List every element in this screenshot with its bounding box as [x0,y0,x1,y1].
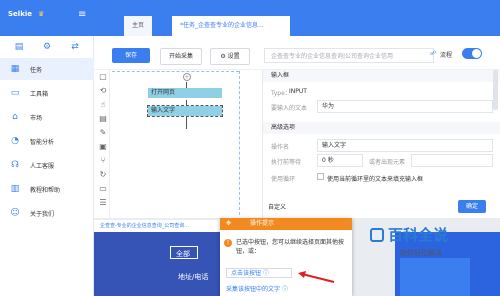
extract-text-option[interactable]: 采集该按钮中的文字 ⓘ [226,284,288,293]
red-arrow-icon [298,271,335,283]
help-icon[interactable]: ⓘ [282,286,288,293]
preview-url: 企查查-专业的企业信息查询_公司查询... [94,220,220,232]
text-input[interactable]: 华为 [317,100,493,113]
section-header: 高级选项 [263,122,500,134]
popup-header: ✥ [220,218,352,230]
preview-banner [94,232,220,296]
text-label: 要输入的文本 [271,105,308,112]
sidebar-item-support[interactable]: ☊ 人工客服 [0,154,94,176]
custom-button[interactable]: 自定义 [268,202,286,211]
preview-address-label: 地址/电话 [178,273,209,281]
type-value: INPUT [289,88,307,95]
properties-panel: 输入框 Type： INPUT 要输入的文本 华为 高级选项 操作名 输入文字 … [262,70,500,218]
move-icon[interactable]: ✥ [226,218,231,230]
flow-step[interactable]: 打开网页 [148,88,222,98]
sidebar-item-about[interactable]: ☺ 关于我们 [0,202,94,224]
popup-message: 已选中按钮，您可以继续选择页面其他按钮，或： [236,239,345,255]
op-name-input[interactable]: 输入文字 [317,139,493,152]
sidebar-item-label: 任务 [30,67,43,74]
wait-select[interactable]: 0 秒 [317,154,363,167]
image-icon[interactable]: ▣ [98,142,108,152]
task-icon: ▦ [10,64,20,74]
wait-element-input[interactable] [411,154,493,167]
app-name: Selkie [8,10,32,18]
sidebar-toolbar: ▤ ⚙ ⇄ [0,40,94,54]
popup-title: 操作提示 [250,220,275,227]
tab-label: *任务_企查查专业的企业信息... [180,22,264,29]
crown-icon: ♛ [38,10,45,18]
canvas-guide [239,71,240,215]
settings-button[interactable]: ⚙ 设置 [210,48,250,65]
sidebar-item-toolbox[interactable]: ▭ 工具箱 [0,82,94,104]
flow-tools: ▢ ⟲ ☝ ▤ ✎ ▣ ⑂ ↻ ▭ ☰ [96,70,110,218]
gear-icon[interactable]: ⚙ [40,40,54,54]
sidebar-item-label: 人工客服 [30,163,55,170]
click-button-option[interactable]: 点击该按钮 ⓘ [226,268,292,278]
toolbox-icon: ▭ [10,88,20,98]
loop-text: 使用当前循环里的文本来填充输入框 [327,176,424,183]
settings-label: 设置 [227,53,240,60]
canvas-guide [112,71,239,72]
tab-bar: 主页 *任务_企查查专业的企业信息... [94,16,500,36]
section-header: 输入框 [263,70,500,82]
flow-connector [186,100,187,105]
select-icon[interactable]: ▢ [98,72,108,82]
watermark-title: 百科全说 [388,226,449,244]
flow-label: 流程 [440,52,453,59]
save-button[interactable]: 保存 [112,48,150,63]
sidebar-item-label: 市场 [30,115,43,122]
sidebar-item-help[interactable]: ▥ 教程和帮助 [0,178,94,200]
click-icon[interactable]: ☝ [98,100,108,110]
url-field[interactable]: 企查查专业的企业信息查询|公司查询企业信用 [264,48,434,63]
watermark-subtitle: 助你轻松解决 [400,249,442,257]
hamburger-icon[interactable]: ≡ [78,10,86,20]
window-icon[interactable]: ▭ [98,184,108,194]
op-name-label: 操作名 [271,144,290,151]
sidebar-item-label: 工具箱 [30,91,49,98]
list-icon[interactable]: ☰ [98,198,108,208]
sidebar-item-analysis[interactable]: ◔ 智能分析 [0,130,94,152]
chart-icon: ◔ [11,136,19,146]
sidebar-item-market[interactable]: ⌂ 市场 [0,106,94,128]
loop-icon[interactable]: ⟲ [98,86,108,96]
book-icon: ▥ [10,184,20,194]
flow-icon: ☍ [430,50,437,57]
option-label: 采集该按钮中的文字 [226,286,281,293]
clipboard-icon[interactable]: ▤ [12,40,26,54]
tab-label: 主页 [132,22,145,29]
start-collect-button[interactable]: 开始采集 [160,48,202,65]
add-step-icon[interactable]: + [183,73,191,81]
flow-connector [186,117,187,129]
or-wait-label: 或者出现元素 [369,159,406,166]
watermark-logo [370,228,384,242]
type-label: Type： [271,90,291,97]
info-icon: ! [224,239,232,247]
sidebar-item-label: 智能分析 [30,139,55,146]
loop-checkbox[interactable] [317,173,324,180]
flow-step[interactable]: 输入文字 [147,105,223,117]
sidebar-item-label: 关于我们 [30,211,55,218]
link-icon[interactable]: ⇄ [68,40,82,54]
tab-task[interactable]: *任务_企查查专业的企业信息... [172,16,290,36]
extract-icon[interactable]: ▤ [98,114,108,124]
edit-icon[interactable]: ✎ [98,128,108,138]
refresh-icon[interactable]: ↻ [98,170,108,180]
branch-icon[interactable]: ⑂ [98,156,108,166]
help-icon[interactable]: ⓘ [263,270,269,277]
loop-label: 使用循环 [271,176,296,183]
support-icon: ☊ [11,160,19,170]
option-label: 点击该按钮 [231,270,262,277]
sidebar-item-task[interactable]: ▦ 任务 [0,58,94,80]
market-icon: ⌂ [12,112,18,122]
wait-label: 执行前等待 [271,159,302,166]
ok-button[interactable]: 确定 [458,200,486,213]
preview-side-block [400,258,470,296]
flow-switch-knob [472,49,481,58]
user-icon: ☺ [10,208,20,218]
sidebar-item-label: 教程和帮助 [30,187,61,194]
tab-home[interactable]: 主页 [124,16,153,36]
preview-all-label: 全部 [176,250,190,258]
scrollbar[interactable] [493,70,498,110]
